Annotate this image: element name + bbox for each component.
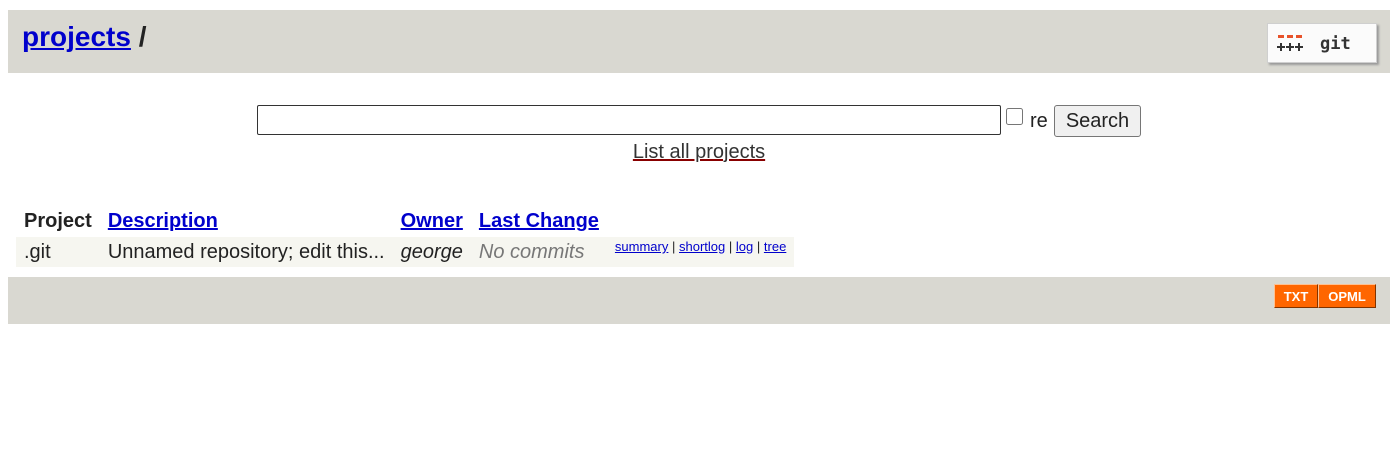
table-header-row: Project Description Owner Last Change [16, 206, 794, 237]
search-button[interactable]: Search [1054, 105, 1141, 137]
git-logo[interactable]: git [1267, 23, 1377, 63]
project-links-cell: summary | shortlog | log | tree [606, 237, 795, 267]
summary-link[interactable]: summary [615, 239, 668, 254]
list-all-projects-link[interactable]: List all projects [633, 141, 765, 163]
page-footer: TXT OPML [8, 277, 1390, 324]
sort-last-change-link[interactable]: Last Change [479, 210, 599, 232]
breadcrumb: projects / [22, 21, 147, 53]
breadcrumb-separator: / [138, 21, 147, 52]
link-separator: | [672, 239, 676, 254]
txt-feed-button[interactable]: TXT [1274, 284, 1318, 308]
project-description-cell[interactable]: Unnamed repository; edit this... [99, 237, 393, 267]
opml-feed-button[interactable]: OPML [1318, 284, 1376, 308]
project-list-table: Project Description Owner Last Change .g… [16, 206, 795, 267]
search-input[interactable] [257, 105, 1001, 135]
column-header-owner: Owner [393, 206, 471, 237]
column-header-project: Project [24, 210, 92, 232]
gitweb-page: projects / git re Search List all projec… [8, 10, 1390, 324]
log-link[interactable]: log [736, 239, 753, 254]
page-header: projects / git [8, 10, 1390, 73]
project-last-change-cell: No commits [470, 237, 607, 267]
git-logo-text: git [1320, 34, 1351, 54]
link-separator: | [728, 239, 733, 254]
project-name-cell[interactable]: .git [16, 237, 100, 267]
column-header-description: Description [100, 206, 393, 237]
table-row: .git Unnamed repository; edit this... ge… [16, 237, 795, 267]
git-logo-icon: git [1277, 34, 1351, 54]
search-form: re Search List all projects [8, 73, 1390, 193]
regex-checkbox[interactable] [1006, 108, 1023, 125]
list-all-container: List all projects [8, 141, 1390, 164]
shortlog-link[interactable]: shortlog [679, 239, 725, 254]
column-header-links [607, 206, 794, 237]
list-all-projects-label: List all projects [632, 141, 766, 163]
column-header-last-change: Last Change [471, 206, 607, 237]
project-owner-cell: george [392, 237, 471, 267]
breadcrumb-projects-link[interactable]: projects [22, 21, 131, 52]
tree-link[interactable]: tree [764, 239, 786, 254]
sort-owner-link[interactable]: Owner [401, 210, 463, 232]
link-separator: | [756, 239, 761, 254]
sort-description-link[interactable]: Description [108, 210, 218, 232]
regex-label: re [1030, 110, 1048, 132]
